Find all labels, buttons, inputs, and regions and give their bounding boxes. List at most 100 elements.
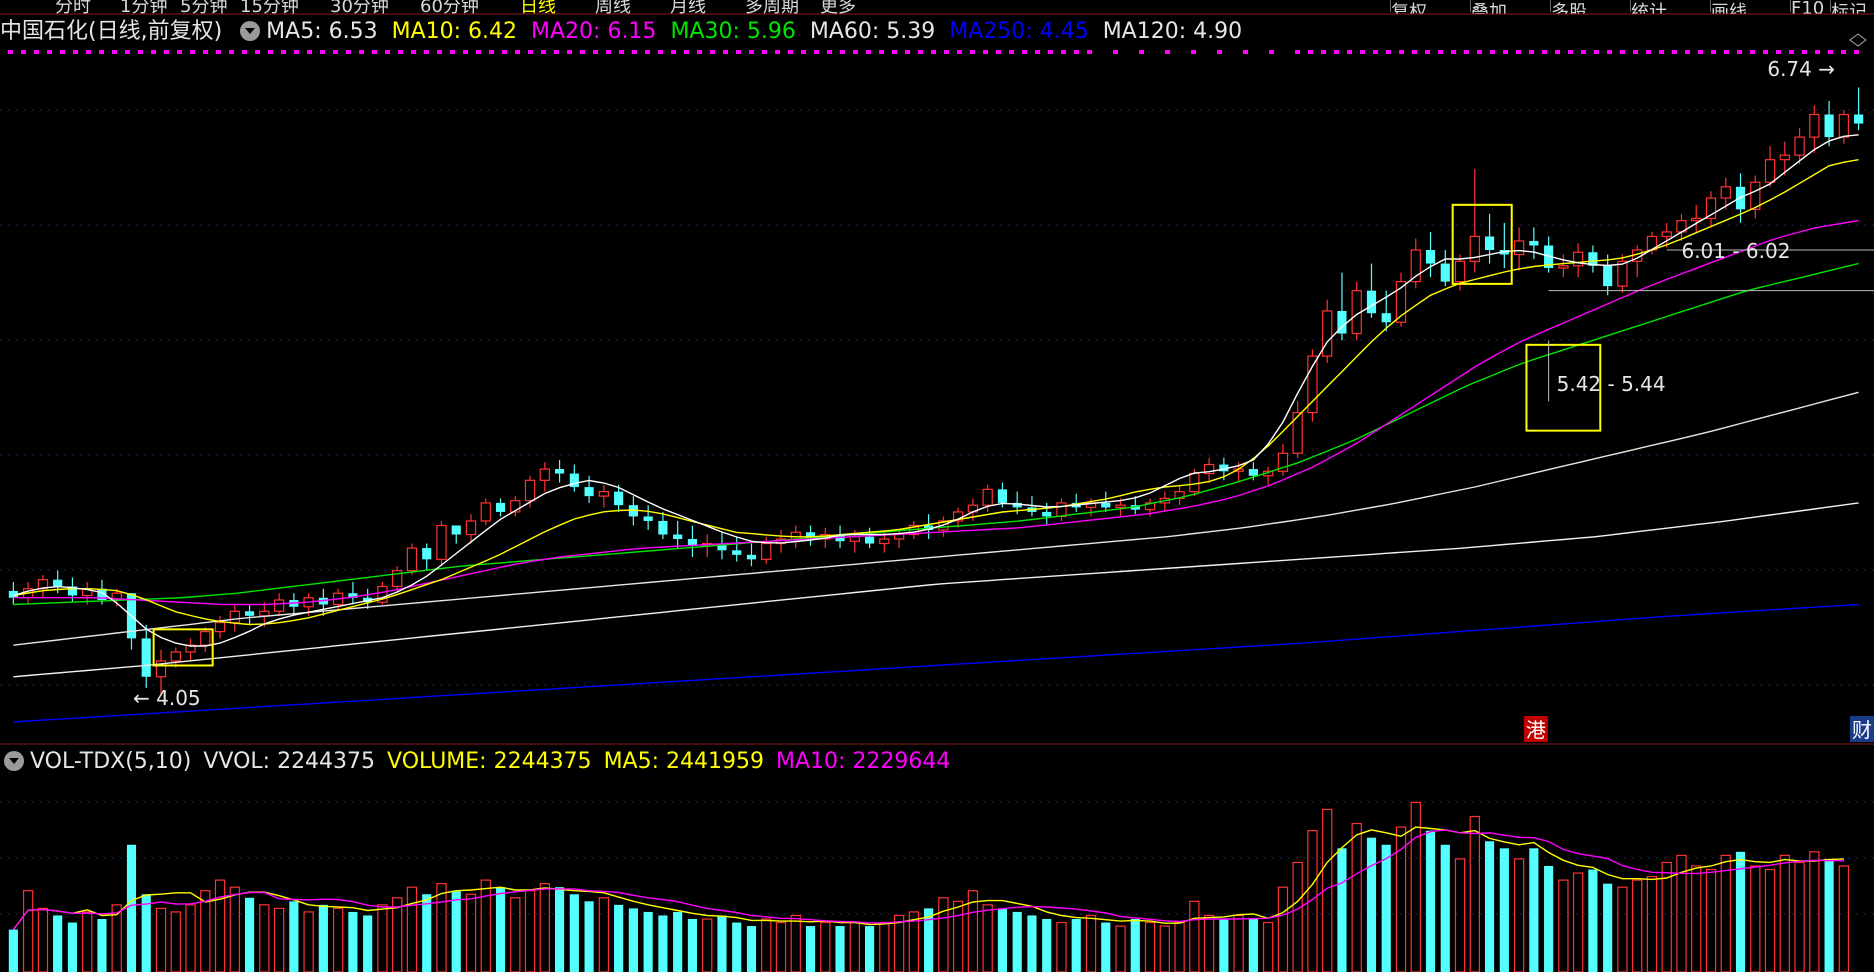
- dotted-marker: [892, 50, 897, 54]
- candle-up: [1691, 217, 1702, 222]
- volume-bar-up: [849, 921, 860, 972]
- dotted-marker: [944, 50, 949, 54]
- dotted-marker: [164, 50, 169, 54]
- dotted-marker: [1724, 50, 1729, 54]
- dotted-marker: [1490, 50, 1495, 54]
- volume-bar-down: [1381, 844, 1391, 972]
- volume-bar-up: [392, 897, 403, 972]
- dotted-marker: [1425, 50, 1430, 54]
- volume-bar-up: [332, 907, 344, 972]
- dotted-marker: [34, 50, 39, 54]
- ma250-line: [13, 603, 1859, 723]
- dotted-marker: [1659, 50, 1664, 54]
- volume-bar-down: [1248, 918, 1258, 972]
- dotted-marker: [1009, 50, 1014, 54]
- dotted-marker: [1750, 50, 1755, 54]
- volume-bar-down: [835, 926, 845, 972]
- volume-bar-down: [289, 901, 299, 972]
- volume-bar-up: [952, 900, 964, 972]
- candlestick-chart[interactable]: ← 4.05 6.74 → 6.01 - 6.02 5.42 - 5.44 港 财: [0, 0, 1874, 972]
- candle-down: [1042, 511, 1052, 517]
- dotted-marker: [684, 50, 689, 54]
- volume-bar-down: [1529, 848, 1539, 972]
- candle-down: [746, 554, 757, 560]
- dotted-marker: [996, 50, 1001, 54]
- dotted-marker: [333, 50, 338, 54]
- dotted-marker: [853, 50, 858, 54]
- dotted-marker: [697, 50, 702, 54]
- dotted-marker: [489, 50, 494, 54]
- candle-up: [229, 610, 240, 624]
- candle-up: [436, 524, 447, 560]
- candle-up: [1809, 113, 1820, 138]
- dotted-marker: [112, 50, 117, 54]
- dotted-marker: [827, 50, 832, 54]
- dotted-marker: [801, 50, 806, 54]
- dotted-marker: [125, 50, 130, 54]
- candle-up: [1322, 310, 1333, 357]
- candle-up: [1661, 231, 1672, 238]
- candle-down: [673, 534, 683, 540]
- candle-up: [1779, 154, 1790, 161]
- candle-down: [1440, 263, 1450, 282]
- high-price-label: 6.74 →: [1767, 57, 1835, 81]
- candle-up: [598, 491, 610, 497]
- dotted-marker: [1191, 50, 1196, 54]
- dotted-marker: [840, 50, 845, 54]
- candle-down: [495, 502, 506, 512]
- volume-bar-down: [1588, 869, 1598, 972]
- dotted-marker: [788, 50, 793, 54]
- dotted-marker: [1633, 50, 1638, 54]
- candle-up: [790, 531, 801, 540]
- volume-bar-up: [406, 886, 418, 972]
- candle-up: [259, 610, 270, 617]
- candle-down: [1381, 313, 1391, 323]
- dotted-marker: [736, 50, 741, 54]
- dotted-marker: [931, 50, 936, 54]
- candle-up: [1292, 411, 1303, 454]
- volume-bar-up: [1115, 925, 1126, 972]
- dotted-marker: [749, 50, 754, 54]
- volume-bar-down: [1337, 848, 1347, 972]
- dotted-marker: [60, 50, 65, 54]
- dotted-marker: [879, 50, 884, 54]
- candle-up: [982, 488, 993, 506]
- volume-bar-up: [1277, 886, 1289, 972]
- volume-bar-down: [53, 915, 63, 972]
- volume-bar-up: [1646, 875, 1658, 972]
- volume-bar-up: [761, 918, 772, 972]
- volume-bar-up: [1159, 925, 1170, 972]
- volume-bar-down: [614, 904, 624, 972]
- dotted-marker: [1711, 50, 1716, 54]
- ma120-line: [13, 502, 1859, 678]
- volume-bar-up: [1838, 865, 1850, 972]
- dotted-marker: [1802, 50, 1807, 54]
- volume-bar-down: [584, 901, 594, 972]
- dotted-marker: [398, 50, 403, 54]
- volume-bar-down: [673, 911, 683, 972]
- dotted-marker: [1607, 50, 1612, 54]
- volume-bar-up: [1292, 861, 1303, 972]
- volume-bar-up: [1144, 921, 1156, 972]
- dotted-marker: [1841, 50, 1846, 54]
- dotted-marker: [1516, 50, 1521, 54]
- dotted-marker: [1503, 50, 1508, 54]
- dotted-marker: [8, 50, 13, 54]
- dotted-marker: [1529, 50, 1534, 54]
- dotted-marker: [385, 50, 390, 54]
- volume-bar-up: [1691, 865, 1702, 972]
- volume-bar-down: [717, 915, 727, 972]
- candle-down: [1824, 114, 1834, 138]
- dotted-marker: [1334, 50, 1339, 54]
- candle-up: [1838, 113, 1850, 138]
- dotted-marker: [1451, 50, 1456, 54]
- dotted-marker: [47, 50, 52, 54]
- dotted-marker: [1347, 50, 1352, 54]
- dotted-marker: [1854, 50, 1859, 54]
- dotted-marker: [1308, 50, 1313, 54]
- dotted-marker: [1165, 50, 1170, 54]
- volume-bar-down: [1071, 918, 1081, 972]
- candle-down: [141, 638, 151, 677]
- volume-bar-up: [185, 904, 196, 972]
- volume-bar-up: [938, 897, 949, 972]
